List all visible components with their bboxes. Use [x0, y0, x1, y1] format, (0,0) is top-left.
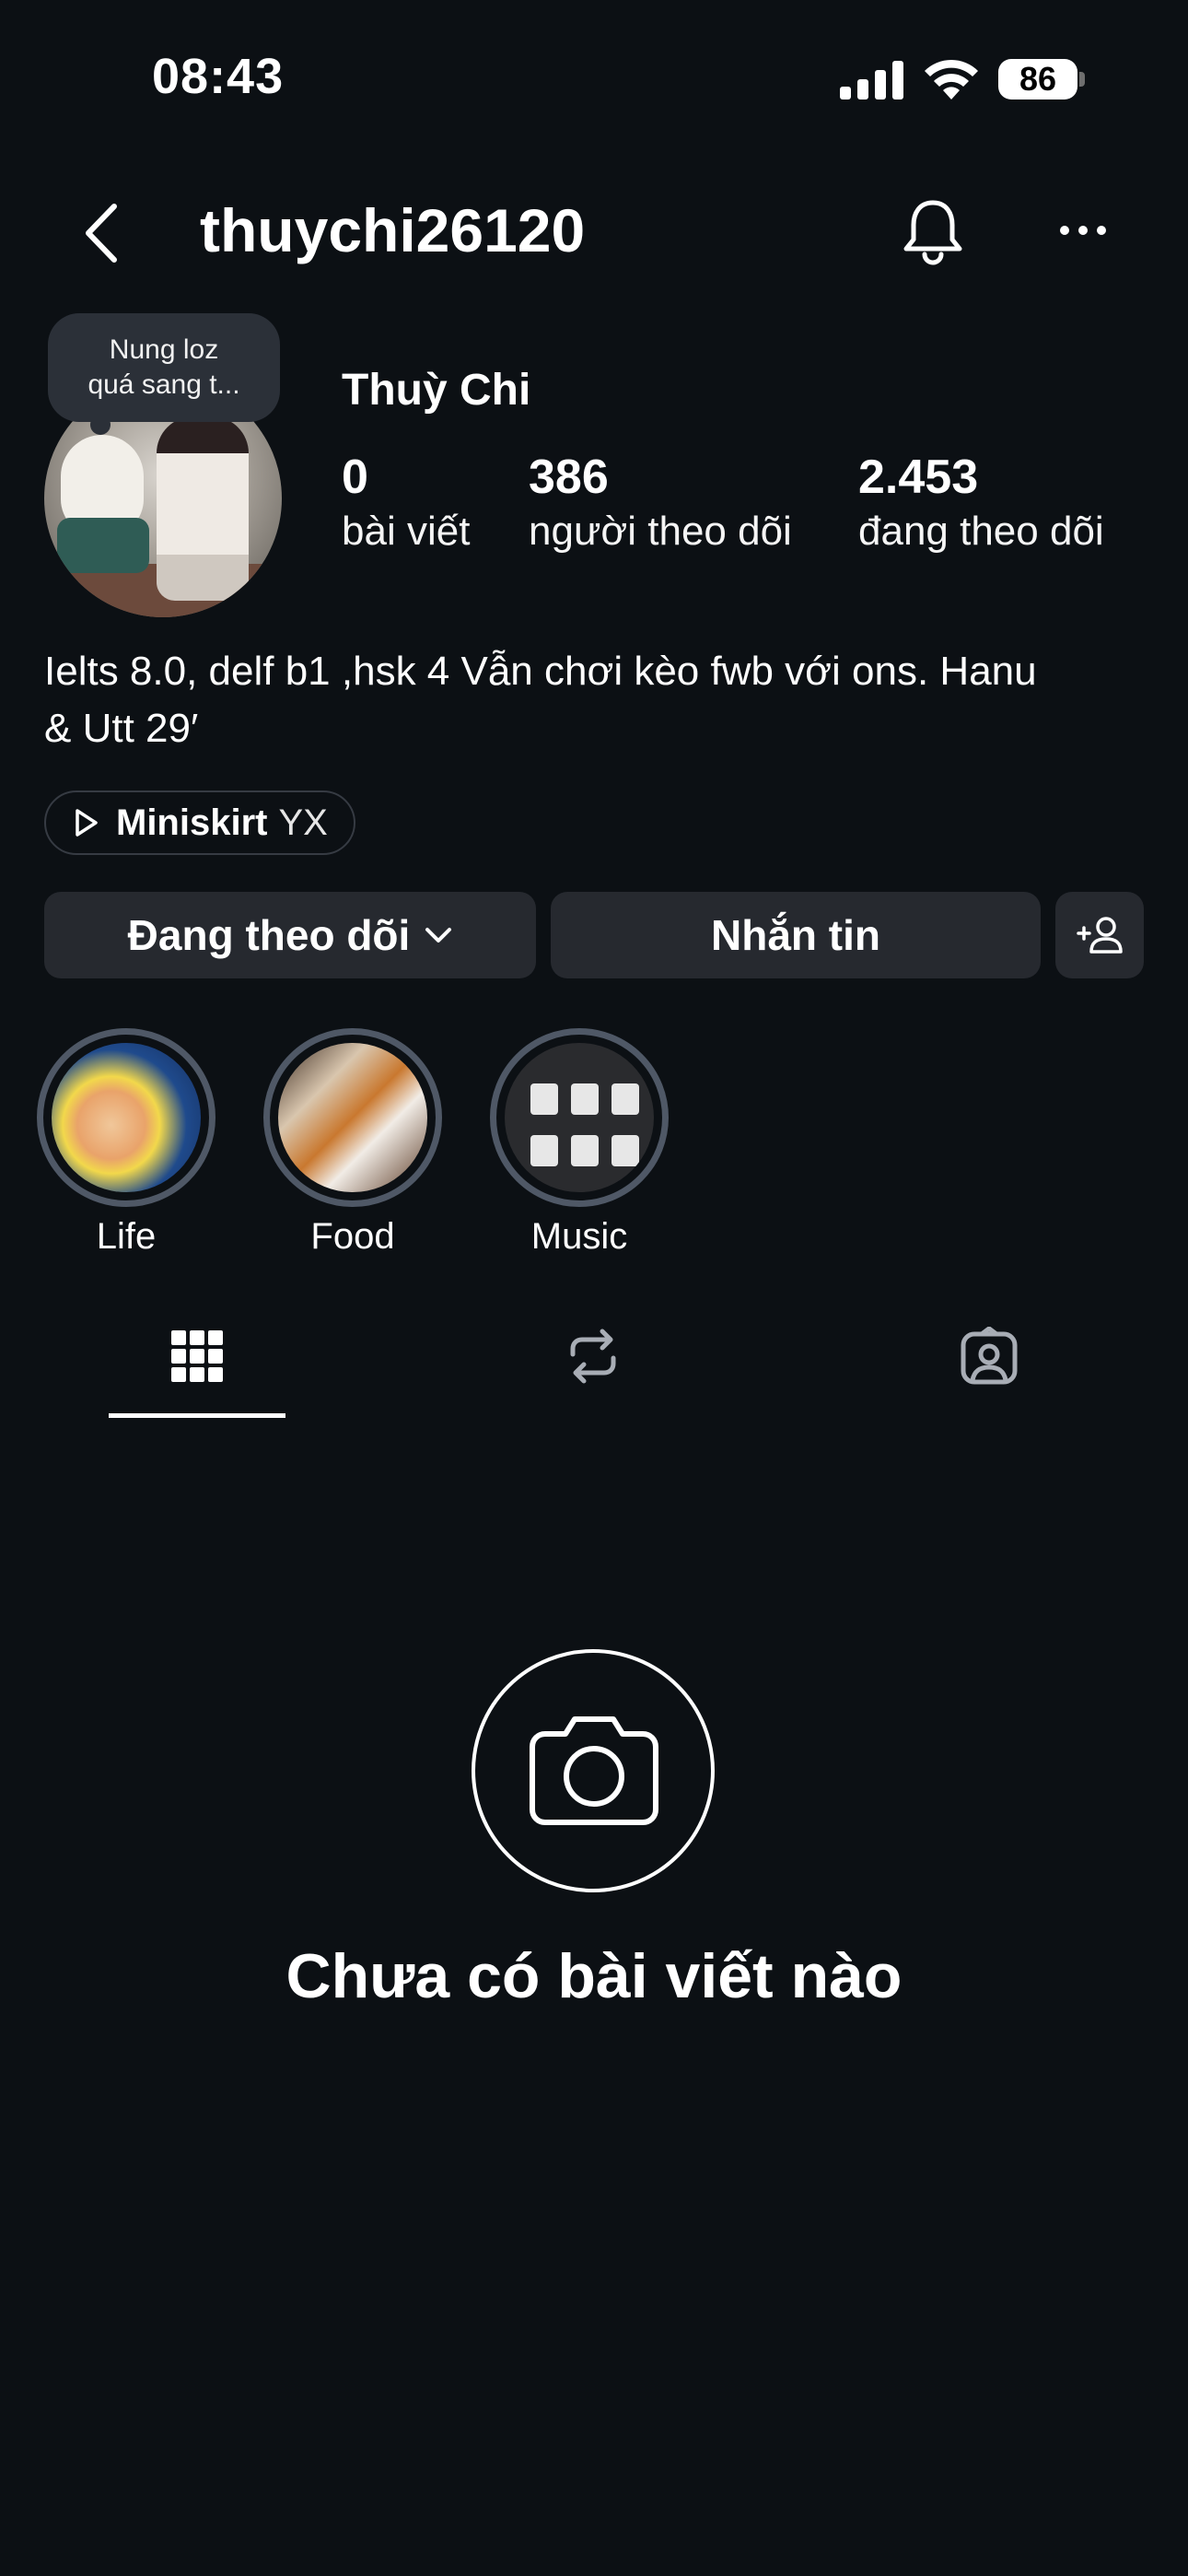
cellular-signal-icon — [840, 61, 903, 100]
bio-line-1: Ielts 8.0, delf b1 ,hsk 4 Vẫn chơi kèo f… — [44, 649, 1037, 694]
active-tab-indicator — [109, 1413, 285, 1418]
wifi-icon — [925, 59, 978, 100]
profile-full-name: Thuỳ Chi — [342, 366, 531, 415]
add-person-icon — [1077, 917, 1123, 954]
message-button[interactable]: Nhắn tin — [551, 892, 1041, 978]
play-icon — [76, 809, 98, 837]
highlight-music-cover — [505, 1043, 654, 1192]
posts-label[interactable]: bài viết — [342, 509, 470, 555]
more-options-icon[interactable] — [1059, 219, 1107, 241]
suggested-users-button[interactable] — [1055, 892, 1144, 978]
following-count[interactable]: 2.453 — [858, 450, 978, 505]
followers-label[interactable]: người theo dõi — [529, 509, 792, 555]
empty-state-title: Chưa có bài viết nào — [285, 1941, 903, 2011]
tagged-icon[interactable] — [960, 1327, 1019, 1386]
reels-repost-icon[interactable] — [564, 1327, 623, 1386]
status-time: 08:43 — [152, 49, 285, 104]
grid-icon[interactable] — [168, 1327, 227, 1386]
following-label[interactable]: đang theo dõi — [858, 509, 1104, 555]
followers-count[interactable]: 386 — [529, 450, 609, 505]
note-text-line-2: quá sang t... — [87, 369, 240, 400]
music-song-title: Miniskirt — [116, 802, 268, 843]
note-text-line-1: Nung loz — [109, 334, 219, 365]
profile-username: thuychi26120 — [200, 196, 586, 264]
profile-bio: Ielts 8.0, delf b1 ,hsk 4 Vẫn chơi kèo f… — [44, 643, 1149, 757]
bio-line-2: & Utt 29′ — [44, 706, 199, 751]
music-artist: YX — [278, 802, 328, 843]
camera-icon — [530, 1716, 658, 1825]
battery-indicator: 86 — [998, 59, 1077, 100]
highlight-music-label: Music — [530, 1216, 628, 1257]
following-button-label: Đang theo dõi — [127, 911, 411, 959]
highlight-life-cover — [52, 1043, 201, 1192]
highlight-food-label: Food — [310, 1216, 395, 1257]
back-arrow-icon[interactable] — [81, 201, 122, 265]
chevron-down-icon — [425, 928, 452, 943]
highlight-music[interactable] — [490, 1028, 669, 1207]
message-button-label: Nhắn tin — [711, 911, 880, 959]
highlight-food-cover — [278, 1043, 427, 1192]
battery-level: 86 — [1019, 60, 1057, 98]
highlight-life-label: Life — [96, 1216, 157, 1257]
highlight-food[interactable] — [263, 1028, 442, 1207]
highlight-life[interactable] — [37, 1028, 215, 1207]
notification-bell-icon[interactable] — [901, 197, 965, 267]
profile-music-pill[interactable]: Miniskirt YX — [44, 790, 355, 855]
note-bubble[interactable]: Nung loz quá sang t... — [48, 313, 280, 422]
posts-count[interactable]: 0 — [342, 450, 368, 505]
following-button[interactable]: Đang theo dõi — [44, 892, 536, 978]
battery-cap — [1079, 72, 1085, 87]
